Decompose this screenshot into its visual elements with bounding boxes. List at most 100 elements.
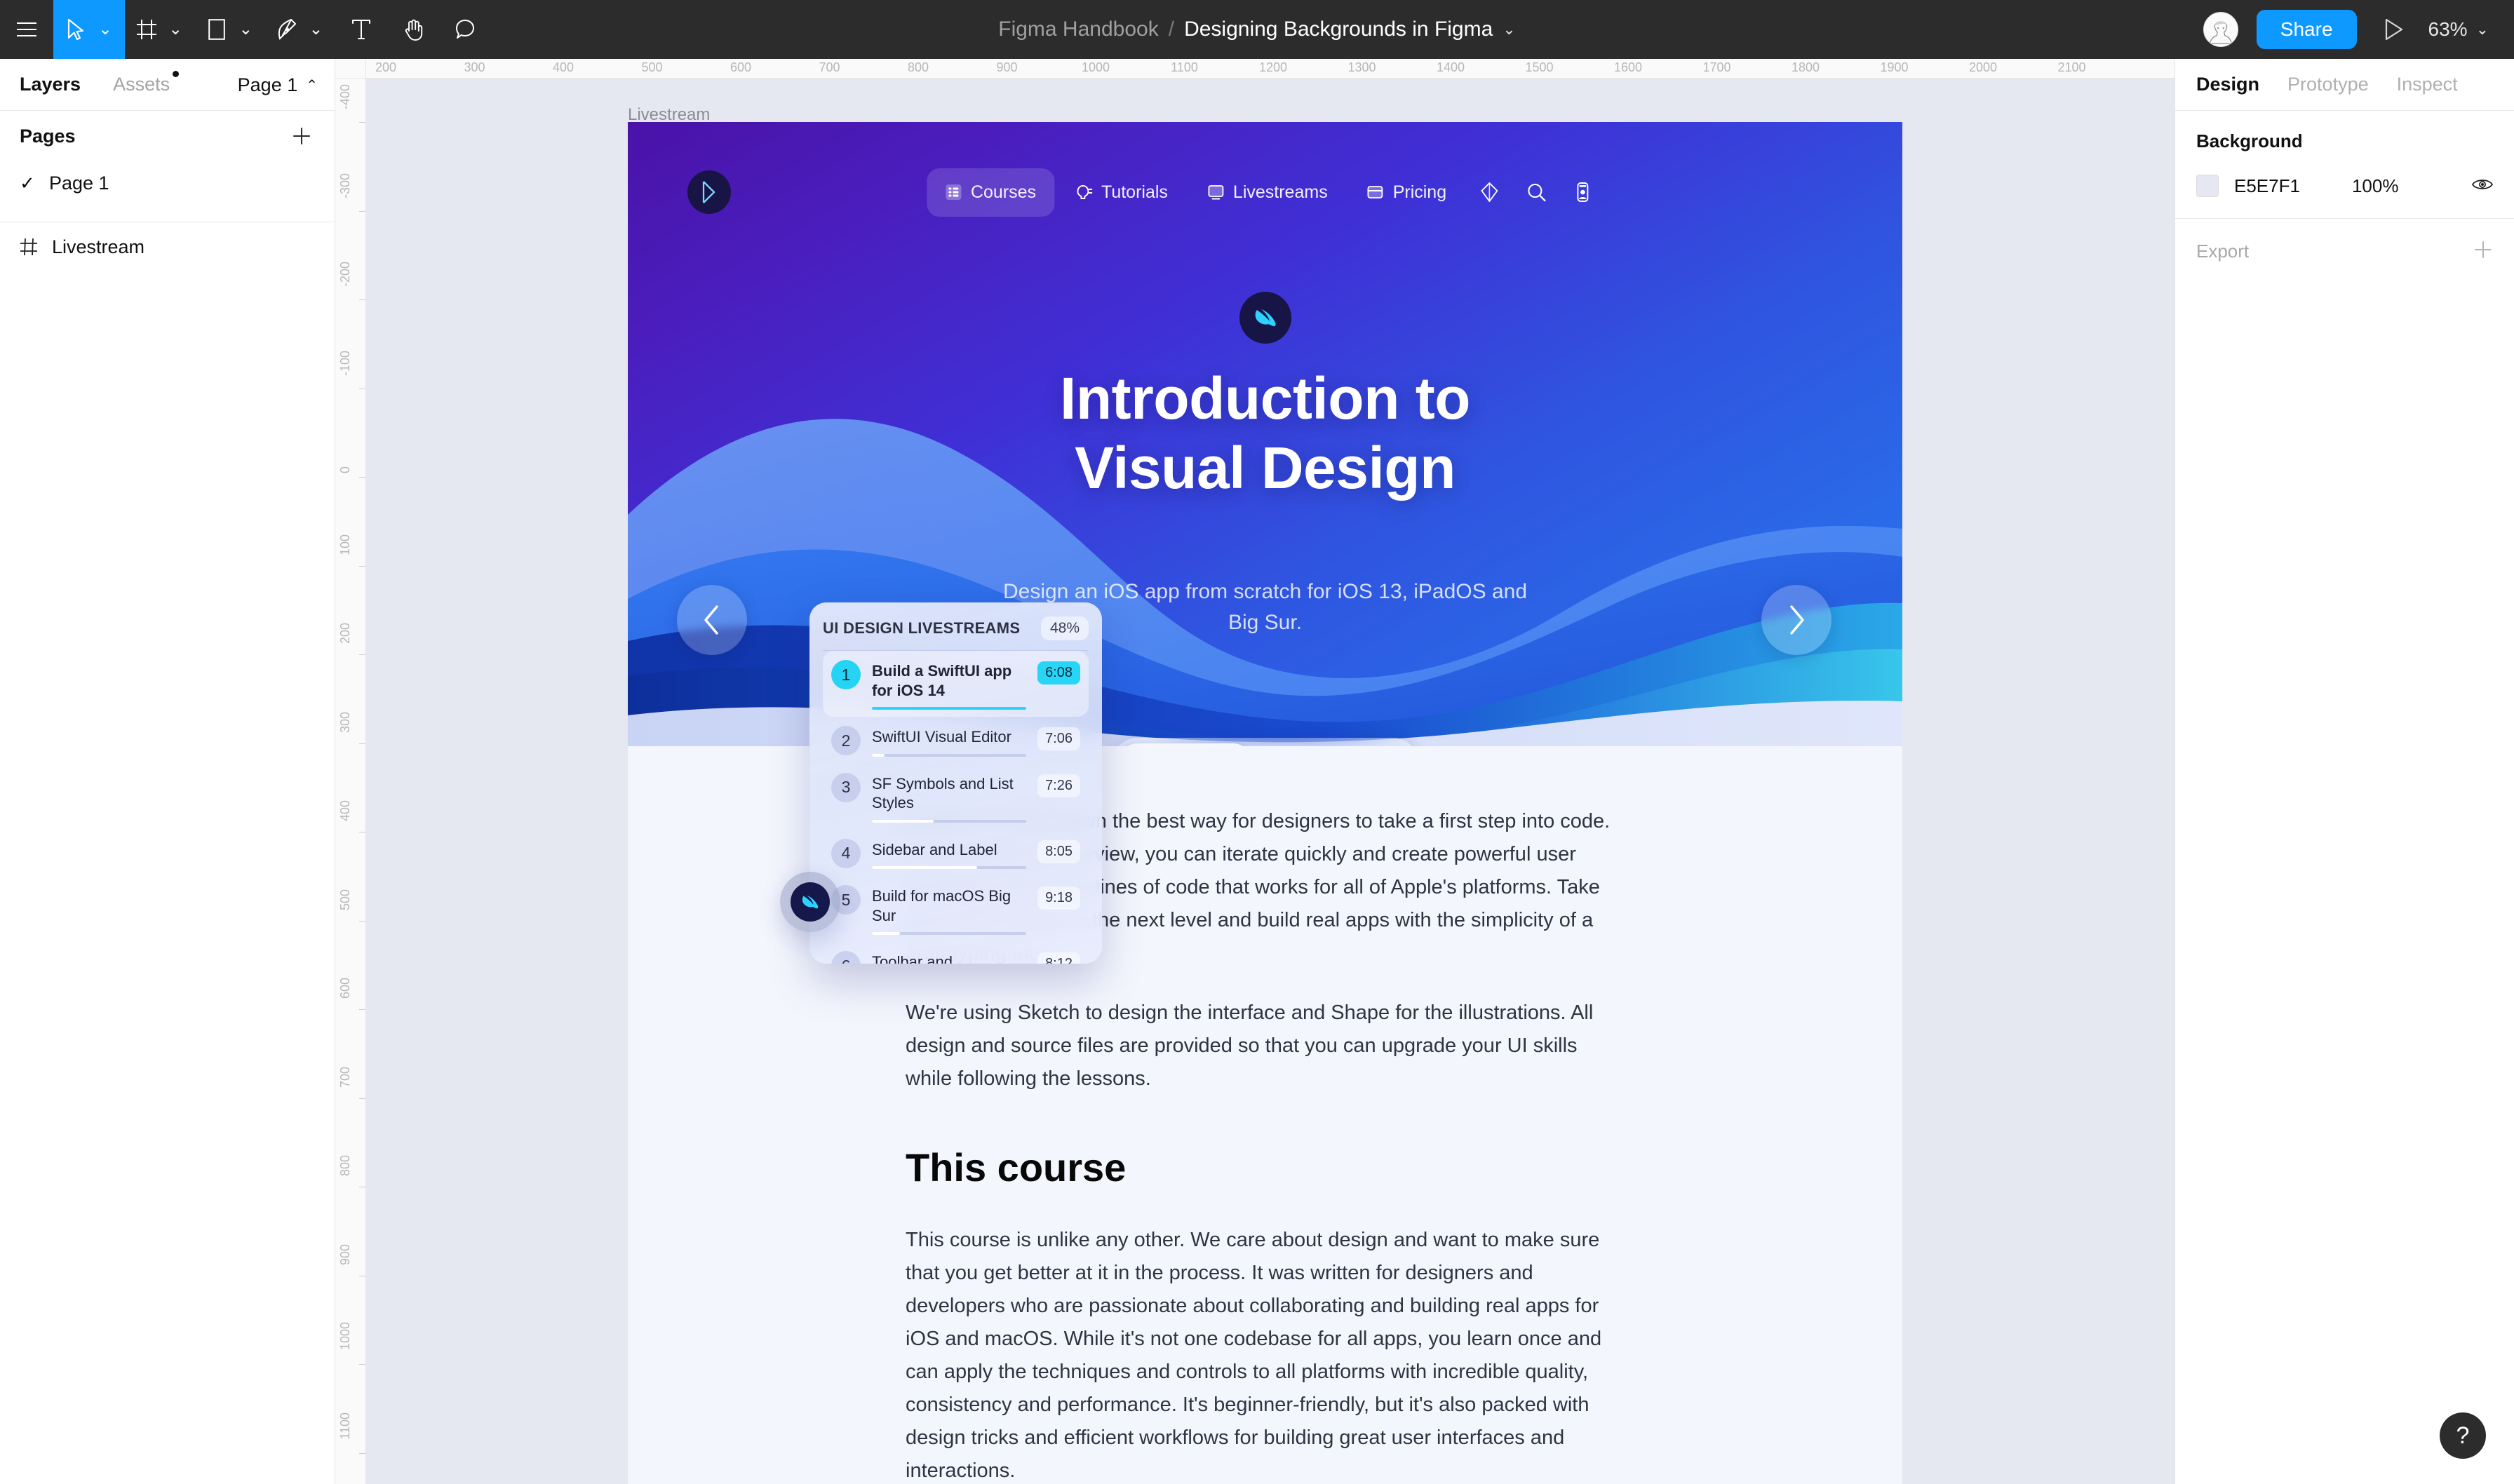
user-avatar[interactable] (2203, 12, 2238, 47)
ruler-mark-v (359, 743, 365, 744)
pen-tool[interactable]: ⌄ (265, 0, 335, 59)
move-tool-caret[interactable]: ⌄ (98, 21, 125, 38)
ruler-tick-h: 400 (552, 60, 574, 74)
tab-inspect[interactable]: Inspect (2397, 74, 2458, 95)
playlist-item-number: 1 (831, 660, 861, 689)
playlist-item[interactable]: 6 Toolbar and Organizing 8:12 (823, 942, 1089, 964)
nav-button-search[interactable] (1514, 168, 1559, 216)
tab-design[interactable]: Design (2196, 74, 2259, 95)
vertical-ruler[interactable]: -400 -300 -200 -100 0 100 200 300 400 500 600 700 80… (335, 79, 366, 1484)
playlist-item[interactable]: 4 Sidebar and Label 8:05 (823, 830, 1089, 877)
playlist-item[interactable]: 1 Build a SwiftUI app for iOS 14 6:08 (823, 651, 1089, 717)
frame-button[interactable] (125, 0, 168, 59)
nav-item-pricing[interactable]: Pricing (1349, 168, 1465, 217)
ruler-tick-h: 1300 (1347, 60, 1376, 74)
tab-layers[interactable]: Layers (20, 74, 81, 95)
comment-tool[interactable] (439, 0, 491, 59)
ruler-tick-v: -400 (338, 83, 352, 109)
nav-button-diamond[interactable] (1467, 168, 1511, 217)
chevron-down-icon[interactable]: ⌄ (1503, 20, 1515, 39)
hand-tool[interactable] (387, 0, 439, 59)
background-visibility-toggle[interactable] (2471, 177, 2494, 196)
ruler-mark-v (359, 477, 365, 478)
playlist-item-number: 2 (831, 726, 861, 755)
nav-item-livestreams[interactable]: Livestreams (1189, 168, 1346, 217)
playlist-item-progress-bar (872, 866, 1027, 869)
ruler-tick-h: 1100 (1171, 60, 1198, 74)
share-button[interactable]: Share (2256, 10, 2357, 49)
breadcrumb-parent[interactable]: Figma Handbook (998, 18, 1158, 41)
hand-icon (405, 19, 423, 41)
ruler-tick-v: 700 (338, 1066, 352, 1088)
ruler-tick-h: 300 (464, 60, 485, 74)
add-export-button[interactable] (2473, 240, 2493, 263)
playlist-item-duration: 6:08 (1037, 661, 1080, 684)
pen-tool-caret[interactable]: ⌄ (309, 21, 335, 38)
nav-item-label: Tutorials (1101, 182, 1168, 202)
carousel-prev-button[interactable] (677, 585, 747, 655)
page-selector[interactable]: Page 1 ⌃ (238, 59, 318, 111)
design-code-logo-icon[interactable] (687, 170, 731, 214)
present-button[interactable] (2372, 8, 2416, 51)
playlist-item-title: SwiftUI Visual Editor (872, 728, 1011, 746)
text-t-icon (352, 20, 371, 39)
breadcrumb-current[interactable]: Designing Backgrounds in Figma (1184, 18, 1493, 41)
playlist-item[interactable]: 2 SwiftUI Visual Editor 7:06 (823, 717, 1089, 764)
background-section: Background E5E7F1 100% (2175, 111, 2514, 219)
help-button[interactable]: ? (2440, 1412, 2486, 1459)
main-menu-button[interactable] (0, 0, 53, 59)
tab-assets-label: Assets (113, 74, 170, 95)
nav-button-account[interactable] (1561, 168, 1604, 217)
frame-tool[interactable]: ⌄ (125, 0, 195, 59)
layer-row-livestream[interactable]: Livestream (0, 222, 335, 271)
playlist-item-body: Build for macOS Big Sur (872, 885, 1027, 935)
ruler-mark-v (359, 210, 365, 212)
page-row-page-1[interactable]: ✓ Page 1 (0, 161, 335, 205)
tab-assets[interactable]: Assets (113, 71, 180, 95)
text-tool[interactable] (335, 0, 387, 59)
background-hex-input[interactable]: E5E7F1 (2234, 175, 2300, 197)
ruler-tick-v: 400 (338, 800, 352, 821)
ruler-tick-h: 1700 (1702, 60, 1731, 74)
frame-tool-caret[interactable]: ⌄ (168, 21, 195, 38)
background-color-swatch[interactable] (2196, 175, 2219, 197)
playlist-item-title: Build a SwiftUI app for iOS 14 (872, 662, 1012, 699)
playlist-item-progress-bar (872, 819, 1027, 823)
playlist-item-progress-bar (872, 753, 1027, 757)
zoom-control[interactable]: 63% ⌄ (2416, 18, 2496, 41)
shape-tool-caret[interactable]: ⌄ (238, 21, 265, 38)
rectangle-button[interactable] (195, 0, 238, 59)
ruler-tick-v: 300 (338, 711, 352, 733)
breadcrumb-separator: / (1168, 18, 1175, 41)
add-page-button[interactable] (287, 121, 316, 151)
floating-swift-inner (791, 882, 830, 922)
shape-tool[interactable]: ⌄ (195, 0, 265, 59)
swift-badge[interactable] (1239, 292, 1291, 344)
nav-item-courses[interactable]: Courses (926, 168, 1054, 217)
avatar-portrait-icon (2203, 13, 2238, 46)
ruler-mark-v (359, 920, 365, 922)
ruler-mark-v (359, 299, 365, 300)
playlist-card[interactable]: UI DESIGN LIVESTREAMS 48% 1 Build a Swift… (809, 602, 1102, 964)
tab-prototype[interactable]: Prototype (2287, 74, 2369, 95)
pen-button[interactable] (265, 0, 309, 59)
playlist-item-progress-fill (872, 707, 1027, 710)
move-tool[interactable]: ⌄ (53, 0, 126, 59)
cursor-arrow-button[interactable] (53, 0, 98, 59)
floating-swift-button[interactable] (780, 872, 840, 932)
chevron-up-icon: ⌃ (306, 77, 318, 93)
hamburger-menu-icon (17, 22, 36, 36)
nav-item-tutorials[interactable]: Tutorials (1057, 168, 1186, 217)
playlist-item[interactable]: 3 SF Symbols and List Styles 7:26 (823, 764, 1089, 830)
playlist-item[interactable]: 5 Build for macOS Big Sur 9:18 (823, 876, 1089, 942)
design-canvas[interactable]: Livestream Courses Tutorials Livestreams… (366, 79, 2174, 1484)
background-opacity-input[interactable]: 100% (2352, 175, 2399, 197)
playlist-item-progress-fill (872, 866, 977, 869)
ruler-tick-h: 1000 (1081, 60, 1110, 74)
artboard-livestream[interactable]: Courses Tutorials Livestreams Pricing In… (628, 122, 1902, 1484)
diamond-icon (1480, 182, 1498, 203)
carousel-next-button[interactable] (1761, 585, 1831, 655)
horizontal-ruler[interactable]: 200 300 400 500 600 700 800 900 1000 1100 1200 1300… (366, 59, 2174, 79)
article-paragraph-3: This course is unlike any other. We care… (906, 1228, 1602, 1482)
ruler-tick-v: 500 (338, 889, 352, 910)
